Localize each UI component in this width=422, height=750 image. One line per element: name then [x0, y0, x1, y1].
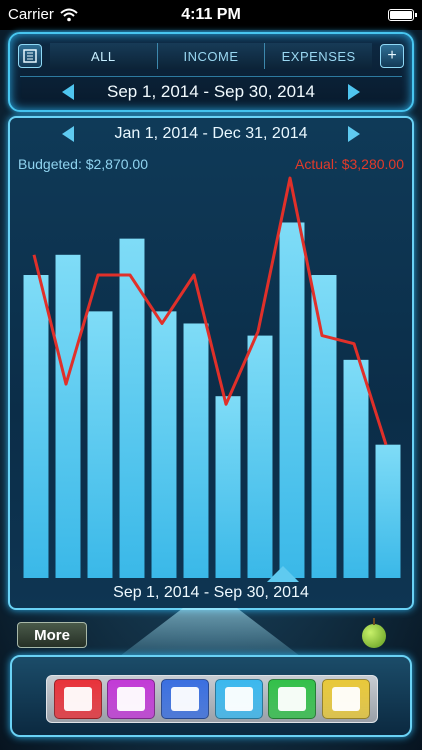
budget-bar[interactable]: [215, 396, 241, 578]
next-range-icon[interactable]: [348, 126, 360, 142]
period-label: Sep 1, 2014 - Sep 30, 2014: [107, 81, 315, 101]
budget-bar[interactable]: [375, 444, 401, 578]
chart-range-label: Jan 1, 2014 - Dec 31, 2014: [114, 125, 308, 142]
previous-period-icon[interactable]: [62, 83, 74, 100]
battery-icon[interactable]: [53, 679, 102, 719]
bottom-toolbar: [10, 655, 412, 737]
budget-bar[interactable]: [55, 254, 81, 579]
apple-icon: [362, 618, 386, 648]
previous-range-icon[interactable]: [62, 126, 74, 142]
tab-all[interactable]: ALL: [50, 43, 158, 69]
budget-bar[interactable]: [23, 275, 49, 578]
tab-expenses[interactable]: EXPENSES: [265, 43, 373, 69]
list-view-icon[interactable]: [18, 44, 42, 68]
report-icon[interactable]: [322, 679, 371, 719]
tool-glyph: [278, 687, 307, 711]
tool-glyph: [224, 687, 253, 711]
period-selector: Sep 1, 2014 - Sep 30, 2014: [20, 76, 402, 106]
tool-glyph: [171, 687, 200, 711]
selected-month-indicator-icon: [267, 566, 299, 582]
status-bar: Carrier 4:11 PM: [0, 0, 422, 30]
clock: 4:11 PM: [181, 6, 241, 23]
filter-segmented-control: ALL INCOME EXPENSES: [50, 43, 373, 69]
pie-icon[interactable]: [161, 679, 210, 719]
budget-bar[interactable]: [151, 311, 177, 578]
tool-glyph: [332, 687, 361, 711]
budget-bar[interactable]: [279, 222, 305, 579]
budgeted-label: Budgeted: $2,870.00: [18, 156, 149, 172]
light-beam: [120, 608, 300, 656]
chart-footer-label: Sep 1, 2014 - Sep 30, 2014: [113, 584, 309, 601]
budget-bar[interactable]: [247, 335, 273, 578]
budget-bar[interactable]: [87, 311, 113, 578]
filter-row: ALL INCOME EXPENSES +: [18, 42, 404, 70]
battery-level: [390, 11, 412, 19]
tool-glyph: [63, 687, 92, 711]
budget-chart[interactable]: [20, 174, 404, 580]
budget-bar[interactable]: [183, 323, 209, 578]
tool-glyph: [117, 687, 146, 711]
filter-panel: ALL INCOME EXPENSES + Sep 1, 2014 - Sep …: [8, 32, 414, 112]
tool-tray: [46, 675, 378, 723]
battery-icon: [388, 9, 417, 21]
budget-bar[interactable]: [311, 275, 337, 578]
add-icon[interactable]: +: [380, 44, 404, 68]
chart-range-selector: Jan 1, 2014 - Dec 31, 2014: [10, 122, 412, 146]
tab-income[interactable]: INCOME: [157, 43, 266, 69]
next-period-icon[interactable]: [347, 83, 360, 100]
budget-bar[interactable]: [343, 359, 369, 578]
list-icon[interactable]: [268, 679, 317, 719]
chart-card: Jan 1, 2014 - Dec 31, 2014 Budgeted: $2,…: [8, 116, 414, 610]
more-button[interactable]: More: [17, 622, 87, 648]
actual-label: Actual: $3,280.00: [295, 156, 404, 172]
bar-list-icon[interactable]: [107, 679, 156, 719]
column-chart-icon[interactable]: [214, 679, 263, 719]
